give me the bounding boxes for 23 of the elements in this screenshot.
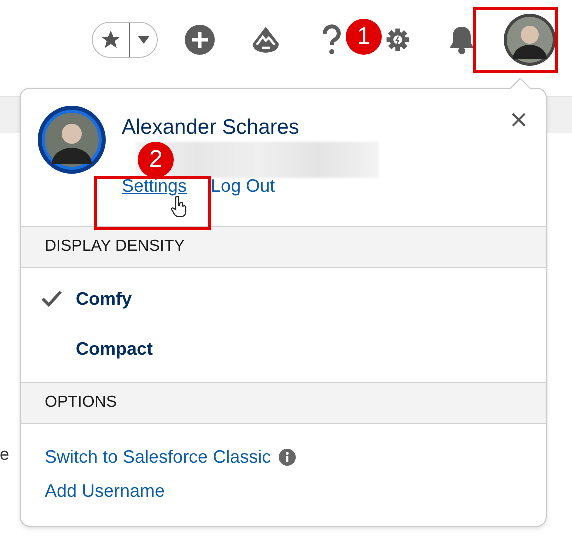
caret-icon [136,35,150,45]
option-link[interactable]: Add Username [45,480,166,502]
plus-icon [184,24,216,56]
profile-link[interactable]: Log Out [211,176,276,197]
density-option[interactable]: Compact [21,324,546,374]
user-name: Alexander Schares [122,116,300,140]
avatar-icon [503,13,557,67]
close-icon [512,113,526,127]
profile-link[interactable]: Settings [122,176,188,197]
favorites-menu-button[interactable] [129,23,157,57]
background-text: e [0,445,10,465]
question-mark-icon [321,24,343,56]
hand-cursor-icon [171,196,187,218]
step-number: 1 [346,19,382,55]
section-header: OPTIONS [45,394,118,412]
gear-icon [386,28,410,52]
density-option[interactable]: Comfy [21,274,546,324]
bell-icon [448,25,476,55]
star-icon [100,29,122,51]
section-header: DISPLAY DENSITY [45,238,185,256]
option-link[interactable]: Switch to Salesforce Classic [45,446,272,468]
avatar-icon [38,106,106,174]
user-avatar-button[interactable] [502,12,558,68]
